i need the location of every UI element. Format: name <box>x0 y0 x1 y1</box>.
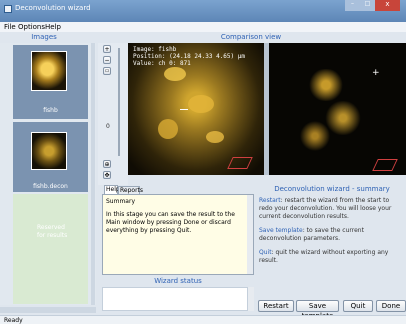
minimize-button[interactable]: – <box>345 0 360 11</box>
summary-term: Restart <box>259 197 281 204</box>
speck <box>295 121 335 151</box>
status-text: Ready <box>4 317 23 324</box>
image-item-label: fishb.decon <box>33 183 68 190</box>
info-value: Value: ch 0: 871 <box>133 60 191 67</box>
info-image: Image: fishb <box>133 46 177 53</box>
summary-term: Save template <box>259 227 303 234</box>
zoom-in-button[interactable]: + <box>103 45 111 53</box>
wizard-status-title: Wizard status <box>154 277 202 285</box>
images-panel-title: Images <box>31 33 57 41</box>
title-bar: Deconvolution wizard – □ x <box>0 0 406 22</box>
restart-button[interactable]: Restart <box>258 300 294 312</box>
menu-help[interactable]: Help <box>45 23 61 31</box>
help-scrollbar[interactable] <box>247 195 253 274</box>
summary-panel: Restart: restart the wizard from the sta… <box>259 197 404 269</box>
speck <box>303 69 349 101</box>
images-hscroll[interactable] <box>0 307 96 313</box>
close-button[interactable]: x <box>375 0 400 11</box>
status-bar: Ready <box>0 315 406 324</box>
original-image-view[interactable]: Image: fishb Position: (24.18 24.33 4.65… <box>128 43 264 175</box>
image-item-label: fishb <box>43 107 58 114</box>
menu-options[interactable]: Options <box>18 23 45 31</box>
wizard-status-log <box>102 287 248 311</box>
thumbnail-fishb-decon <box>31 132 67 170</box>
plane-slider-track[interactable] <box>118 48 120 156</box>
blob <box>188 95 214 113</box>
summary-item-save-template: Save template: to save the current decon… <box>259 227 404 243</box>
app-icon <box>4 5 12 13</box>
help-heading: Summary <box>106 198 135 205</box>
blob <box>164 67 186 81</box>
results-placeholder-text: Reserved for results <box>37 224 68 239</box>
menu-file[interactable]: File <box>4 23 16 31</box>
pan-tool-button[interactable]: ✥ <box>103 171 111 179</box>
summary-term: Quit <box>259 249 272 256</box>
save-template-button[interactable]: Save template <box>296 300 339 320</box>
menu-bar: File Options Help <box>0 22 406 32</box>
image-item-fishb[interactable]: fishb <box>13 45 88 119</box>
help-body: In this stage you can save the result to… <box>106 211 235 234</box>
crosshair-icon <box>180 109 188 110</box>
comparison-title: Comparison view <box>220 33 282 41</box>
quit-button[interactable]: Quit <box>343 300 373 312</box>
info-position: Position: (24.18 24.33 4.65) µm <box>133 53 245 60</box>
done-button[interactable]: Done <box>376 300 406 312</box>
status-scrollbar[interactable] <box>248 287 254 311</box>
bounding-box-icon <box>372 159 398 171</box>
results-placeholder: Reserved for results <box>13 194 88 304</box>
thumbnail-fishb <box>31 51 67 91</box>
reports-tab[interactable]: Reports <box>118 186 143 194</box>
help-panel: Summary In this stage you can save the r… <box>102 194 254 275</box>
summary-item-restart: Restart: restart the wizard from the sta… <box>259 197 404 221</box>
bounding-box-icon <box>227 157 253 169</box>
image-item-fishb-decon[interactable]: fishb.decon <box>13 122 88 192</box>
summary-title: Deconvolution wizard - summary <box>274 185 390 193</box>
crosshair-icon: + <box>372 68 380 78</box>
summary-text: : quit the wizard without exporting any … <box>259 249 389 264</box>
help-tab[interactable]: Help <box>104 185 120 194</box>
zoom-out-button[interactable]: − <box>103 56 111 64</box>
blob <box>206 131 224 143</box>
plane-slider-value: 0 <box>106 123 110 130</box>
deconvolved-image-view[interactable]: + <box>269 43 406 175</box>
fit-view-button[interactable]: ▭ <box>103 67 111 75</box>
maximize-button[interactable]: □ <box>360 0 375 11</box>
summary-item-quit: Quit: quit the wizard without exporting … <box>259 249 404 265</box>
blob <box>158 119 178 139</box>
window-title: Deconvolution wizard <box>15 4 91 12</box>
zoom-tool-button[interactable]: ⊕ <box>103 160 111 168</box>
images-scrollbar[interactable] <box>91 43 95 305</box>
